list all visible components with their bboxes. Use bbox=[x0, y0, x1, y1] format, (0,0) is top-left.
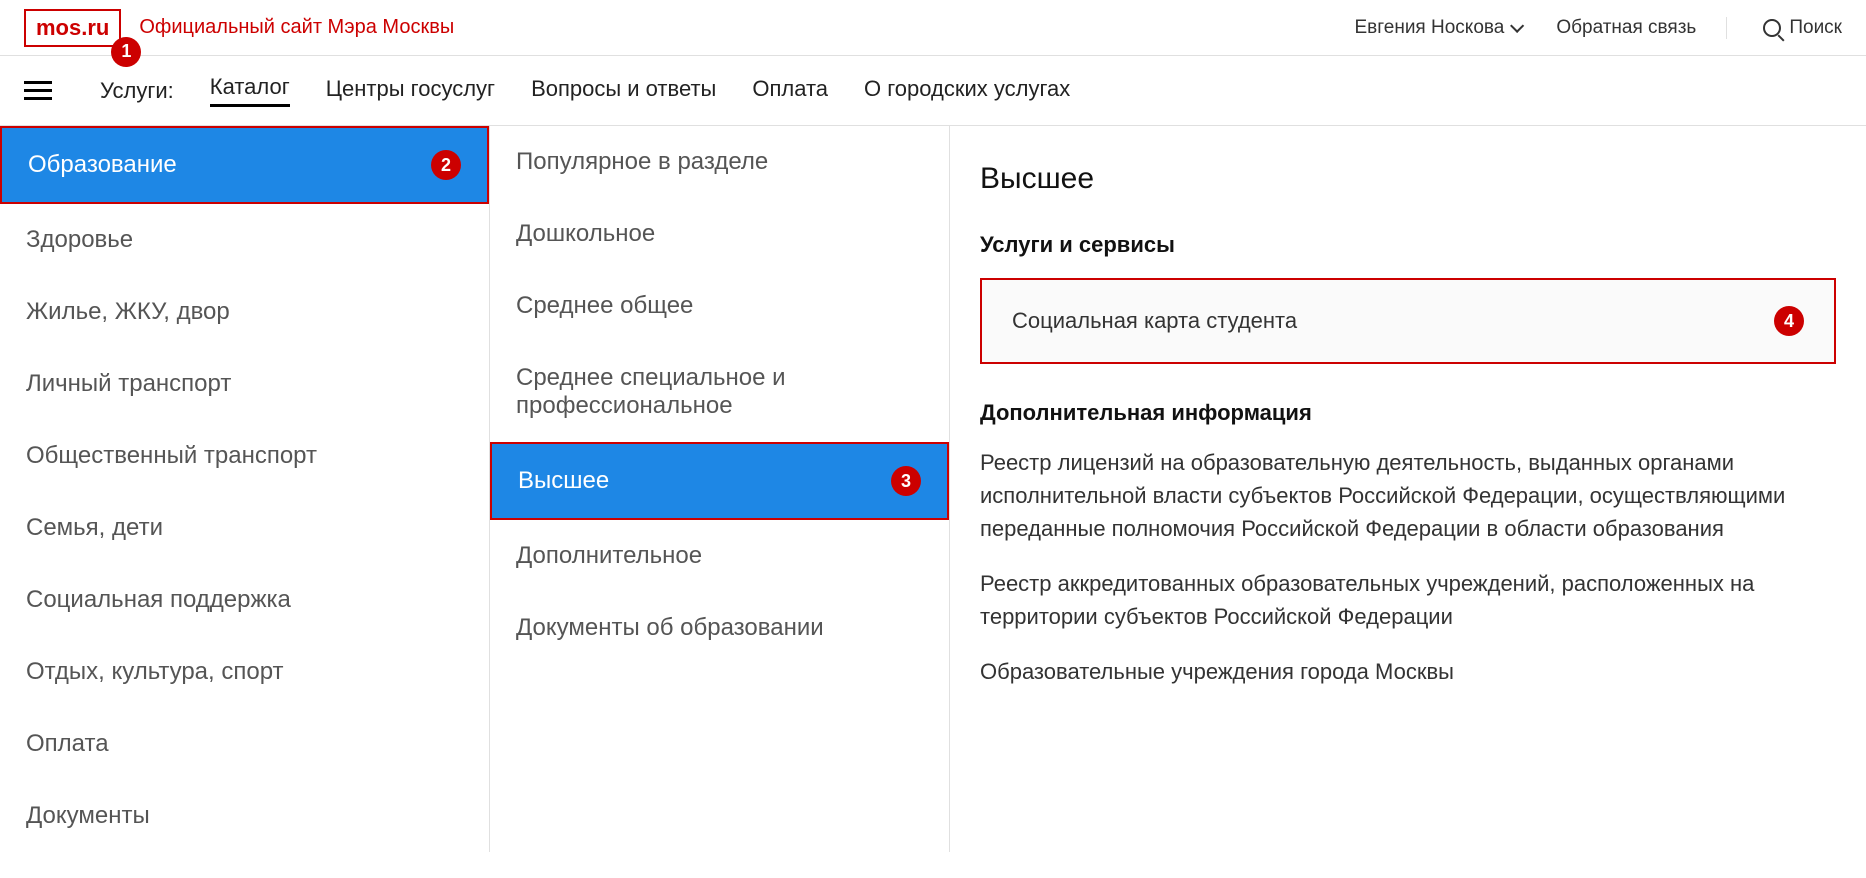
annotation-badge-2: 2 bbox=[431, 150, 461, 180]
category-item-education[interactable]: Образование 2 bbox=[0, 126, 489, 204]
top-header: mos.ru 1 Официальный сайт Мэра Москвы Ев… bbox=[0, 0, 1866, 56]
category-item-social-support[interactable]: Социальная поддержка bbox=[0, 564, 489, 636]
main-content: Образование 2 Здоровье Жилье, ЖКУ, двор … bbox=[0, 126, 1866, 852]
hamburger-menu-icon[interactable] bbox=[24, 81, 52, 100]
detail-sub-services: Услуги и сервисы bbox=[980, 232, 1836, 258]
site-logo[interactable]: mos.ru 1 bbox=[24, 9, 121, 47]
category-label: Образование bbox=[28, 151, 177, 179]
service-card-student[interactable]: Социальная карта студента 4 bbox=[980, 278, 1836, 364]
subcategory-item-general[interactable]: Среднее общее bbox=[490, 270, 949, 342]
nav-item-faq[interactable]: Вопросы и ответы bbox=[531, 76, 716, 106]
subcategory-item-higher[interactable]: Высшее 3 bbox=[490, 442, 949, 520]
feedback-link[interactable]: Обратная связь bbox=[1556, 17, 1727, 39]
category-item-personal-transport[interactable]: Личный транспорт bbox=[0, 348, 489, 420]
search-icon bbox=[1763, 19, 1781, 37]
detail-title: Высшее bbox=[980, 162, 1836, 196]
chevron-down-icon bbox=[1510, 18, 1524, 32]
subcategory-item-popular[interactable]: Популярное в разделе bbox=[490, 126, 949, 198]
info-link-accredited[interactable]: Реестр аккредитованных образовательных у… bbox=[980, 567, 1836, 633]
subcategory-column: Популярное в разделе Дошкольное Среднее … bbox=[490, 126, 950, 852]
category-item-leisure[interactable]: Отдых, культура, спорт bbox=[0, 636, 489, 708]
category-item-housing[interactable]: Жилье, ЖКУ, двор bbox=[0, 276, 489, 348]
nav-item-catalog[interactable]: Каталог bbox=[210, 74, 290, 107]
subcategory-item-preschool[interactable]: Дошкольное bbox=[490, 198, 949, 270]
user-menu[interactable]: Евгения Носкова bbox=[1354, 17, 1520, 39]
subcategory-item-vocational[interactable]: Среднее специальное и профессиональное bbox=[490, 342, 949, 442]
logo-text: mos.ru bbox=[36, 15, 109, 40]
annotation-badge-3: 3 bbox=[891, 466, 921, 496]
category-item-family[interactable]: Семья, дети bbox=[0, 492, 489, 564]
info-link-licenses[interactable]: Реестр лицензий на образовательную деяте… bbox=[980, 446, 1836, 545]
subcategory-item-edu-docs[interactable]: Документы об образовании bbox=[490, 592, 949, 664]
info-link-institutions[interactable]: Образовательные учреждения города Москвы bbox=[980, 655, 1836, 688]
nav-item-about[interactable]: О городских услугах bbox=[864, 76, 1070, 106]
category-column: Образование 2 Здоровье Жилье, ЖКУ, двор … bbox=[0, 126, 490, 852]
nav-item-payment[interactable]: Оплата bbox=[752, 76, 828, 106]
nav-section-label: Услуги: bbox=[100, 78, 174, 104]
user-name: Евгения Носкова bbox=[1354, 17, 1504, 39]
category-item-documents[interactable]: Документы bbox=[0, 780, 489, 852]
category-item-public-transport[interactable]: Общественный транспорт bbox=[0, 420, 489, 492]
subcategory-item-additional[interactable]: Дополнительное bbox=[490, 520, 949, 592]
category-item-pay[interactable]: Оплата bbox=[0, 708, 489, 780]
category-item-health[interactable]: Здоровье bbox=[0, 204, 489, 276]
detail-sub-info: Дополнительная информация bbox=[980, 400, 1836, 426]
site-slogan: Официальный сайт Мэра Москвы bbox=[139, 16, 454, 39]
detail-column: Высшее Услуги и сервисы Социальная карта… bbox=[950, 126, 1866, 852]
nav-item-centers[interactable]: Центры госуслуг bbox=[326, 76, 495, 106]
main-nav: Услуги: Каталог Центры госуслуг Вопросы … bbox=[0, 56, 1866, 126]
search-label: Поиск bbox=[1789, 17, 1842, 39]
annotation-badge-4: 4 bbox=[1774, 306, 1804, 336]
service-label: Социальная карта студента bbox=[1012, 308, 1297, 334]
annotation-badge-1: 1 bbox=[111, 37, 141, 67]
subcategory-label: Высшее bbox=[518, 467, 609, 495]
search-button[interactable]: Поиск bbox=[1763, 17, 1842, 39]
